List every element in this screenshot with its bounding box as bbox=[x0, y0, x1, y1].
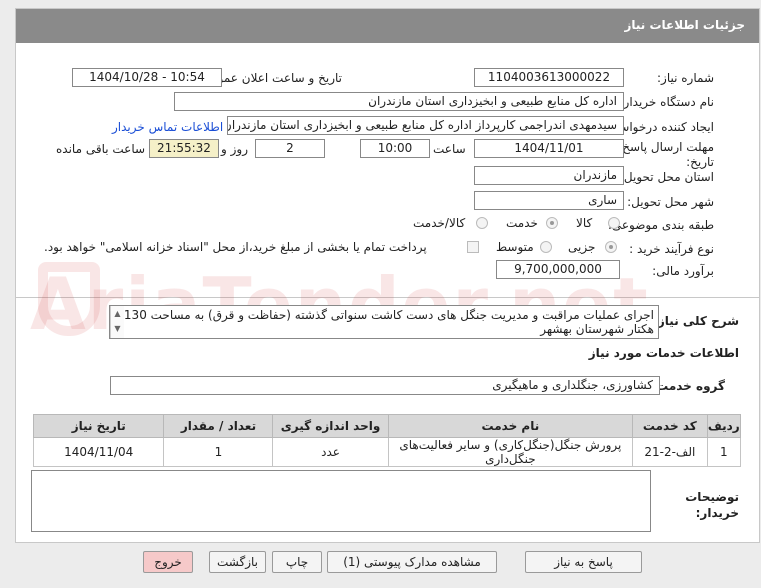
need-number-label: شماره نیاز: bbox=[657, 71, 714, 85]
buyer-label: نام دستگاه خریدار: bbox=[619, 95, 715, 109]
treasury-payment-note: پرداخت تمام یا بخشی از مبلغ خرید،از محل … bbox=[44, 240, 427, 254]
summary-scrollbar[interactable]: ▲ ▼ bbox=[110, 306, 124, 338]
services-section-title: اطلاعات خدمات مورد نیاز bbox=[588, 346, 739, 360]
scroll-down-icon[interactable]: ▼ bbox=[111, 321, 124, 336]
service-group-label: گروه خدمت: bbox=[651, 379, 725, 393]
table-row: 1 الف-2-21 پرورش جنگل(جنگل‌کاری) و سایر … bbox=[32, 437, 742, 467]
category-radio-goods-service[interactable] bbox=[476, 217, 488, 229]
creator-field: سیدمهدی اندراجمی کارپرداز اداره کل منابع… bbox=[227, 116, 624, 135]
cell-service-code: الف-2-21 bbox=[632, 437, 708, 467]
remaining-time-field: 21:55:32 bbox=[149, 139, 219, 158]
buyer-notes-textarea[interactable] bbox=[31, 470, 651, 532]
notes-label-2: خریدار: bbox=[695, 506, 739, 520]
days-field: 2 bbox=[255, 139, 325, 158]
service-group-field: کشاورزی، جنگلداری و ماهیگیری bbox=[110, 376, 660, 395]
page-title: جزئیات اطلاعات نیاز bbox=[624, 18, 745, 32]
remaining-label: ساعت باقی مانده bbox=[56, 142, 146, 156]
treasury-payment-checkbox[interactable] bbox=[467, 241, 479, 253]
back-button[interactable]: بازگشت bbox=[209, 551, 266, 573]
exit-button[interactable]: خروج bbox=[143, 551, 193, 573]
summary-text: اجرای عملیات مراقبت و مدیریت جنگل های دس… bbox=[123, 308, 654, 336]
estimate-label: برآورد مالی: bbox=[652, 264, 714, 278]
reply-button[interactable]: پاسخ به نیاز bbox=[525, 551, 642, 573]
services-table-header: ردیف کد خدمت نام خدمت واحد اندازه گیری ت… bbox=[32, 414, 742, 438]
category-radio-service[interactable] bbox=[546, 217, 558, 229]
process-option-medium: متوسط bbox=[496, 240, 534, 254]
category-radio-goods[interactable] bbox=[608, 217, 620, 229]
cell-service-name: پرورش جنگل(جنگل‌کاری) و سایر فعالیت‌های … bbox=[387, 437, 634, 467]
deadline-date-field: 1404/11/01 bbox=[474, 139, 624, 158]
col-unit: واحد اندازه گیری bbox=[272, 414, 389, 438]
cell-need-date: 1404/11/04 bbox=[32, 437, 165, 467]
city-label: شهر محل تحویل: bbox=[627, 195, 714, 209]
province-label: استان محل تحویل: bbox=[619, 170, 714, 184]
need-number-field: 1104003613000022 bbox=[474, 68, 624, 87]
col-service-name: نام خدمت bbox=[387, 414, 634, 438]
buyer-field: اداره کل منابع طبیعی و ابخیزداری استان م… bbox=[174, 92, 624, 111]
cell-quantity: 1 bbox=[163, 437, 274, 467]
category-label: طبقه بندی موضوعی: bbox=[607, 218, 714, 232]
col-row: ردیف bbox=[706, 414, 742, 438]
process-option-minor: جزیی bbox=[568, 240, 596, 254]
process-radio-minor[interactable] bbox=[605, 241, 617, 253]
cell-unit: عدد bbox=[272, 437, 389, 467]
cell-row: 1 bbox=[706, 437, 742, 467]
deadline-time-label: ساعت bbox=[433, 142, 466, 156]
scroll-up-icon[interactable]: ▲ bbox=[111, 306, 124, 321]
process-radio-medium[interactable] bbox=[540, 241, 552, 253]
summary-textarea[interactable]: اجرای عملیات مراقبت و مدیریت جنگل های دس… bbox=[109, 305, 659, 339]
category-option-service: خدمت bbox=[506, 216, 538, 230]
print-button[interactable]: چاپ bbox=[272, 551, 322, 573]
announce-field: 1404/10/28 - 10:54 bbox=[72, 68, 222, 87]
deadline-date-label: تاریخ: bbox=[686, 155, 714, 169]
estimate-field: 9,700,000,000 bbox=[496, 260, 620, 279]
category-option-goods: کالا bbox=[576, 216, 593, 230]
view-attachments-button[interactable]: مشاهده مدارک پیوستی (1) bbox=[327, 551, 497, 573]
notes-label-1: توضیحات bbox=[685, 490, 739, 504]
province-field: مازندران bbox=[474, 166, 624, 185]
category-option-goods-service: کالا/خدمت bbox=[413, 216, 466, 230]
summary-label: شرح کلی نیاز: bbox=[653, 314, 739, 328]
services-table: ردیف کد خدمت نام خدمت واحد اندازه گیری ت… bbox=[32, 414, 742, 467]
buyer-contact-link[interactable]: اطلاعات تماس خریدار bbox=[112, 120, 223, 134]
process-label: نوع فرآیند خرید : bbox=[629, 242, 714, 256]
header-bar: جزئیات اطلاعات نیاز bbox=[16, 9, 759, 43]
col-service-code: کد خدمت bbox=[632, 414, 708, 438]
days-label: روز و bbox=[221, 142, 248, 156]
deadline-time-field: 10:00 bbox=[360, 139, 430, 158]
col-need-date: تاریخ نیاز bbox=[32, 414, 165, 438]
col-quantity: تعداد / مقدار bbox=[163, 414, 274, 438]
city-field: ساری bbox=[474, 191, 624, 210]
